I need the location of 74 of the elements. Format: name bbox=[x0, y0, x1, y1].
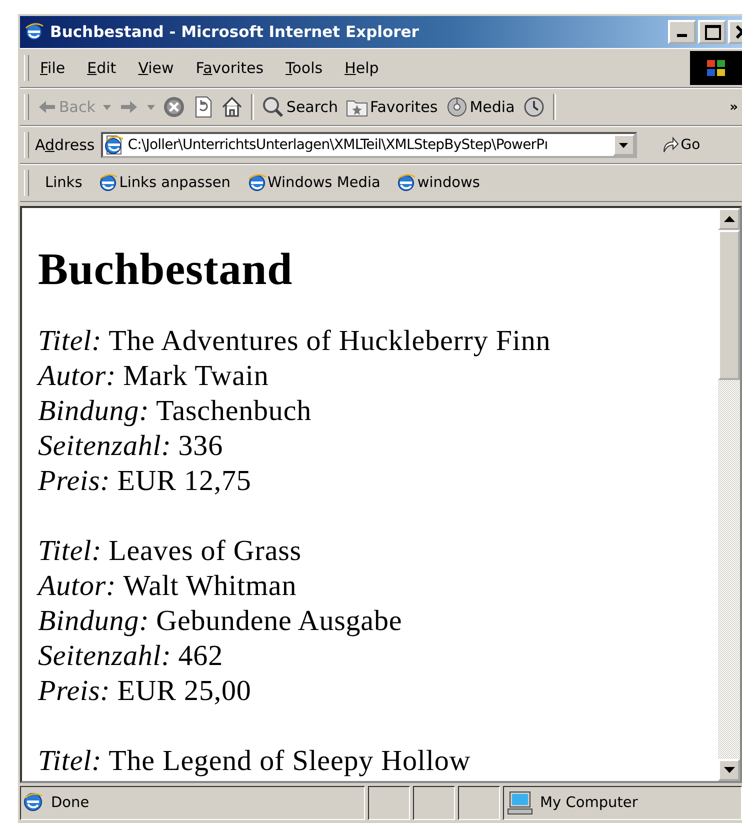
field-label: Seitenzahl: bbox=[38, 640, 172, 672]
field-label: Preis: bbox=[38, 465, 110, 497]
refresh-icon[interactable] bbox=[193, 96, 214, 118]
menu-item[interactable]: File bbox=[29, 59, 76, 77]
links-label: Links bbox=[45, 175, 82, 191]
field-value: EUR 25,00 bbox=[117, 675, 252, 707]
maximize-button[interactable] bbox=[698, 20, 726, 44]
status-pane bbox=[413, 786, 455, 820]
windows-flag-icon bbox=[705, 57, 727, 79]
browser-logo-icon bbox=[98, 173, 118, 193]
dropdown-caret-icon bbox=[147, 104, 156, 110]
field-value: The Adventures of Huckleberry Finn bbox=[108, 325, 551, 357]
caret-icon bbox=[619, 142, 628, 148]
browser-logo-icon bbox=[23, 792, 45, 814]
up-arrow-icon bbox=[724, 216, 734, 222]
link-item[interactable]: Links anpassen bbox=[98, 173, 230, 193]
field-value: Mark Twain bbox=[123, 360, 269, 392]
field-label: Bindung: bbox=[38, 605, 150, 637]
page-heading: Buchbestand bbox=[38, 244, 294, 294]
status-text: Done bbox=[51, 795, 90, 811]
menu-item[interactable]: Tools bbox=[274, 59, 334, 77]
field-value: EUR 12,75 bbox=[117, 465, 252, 497]
field-label: Autor: bbox=[38, 570, 116, 602]
field-value: The Legend of Sleepy Hollow bbox=[108, 745, 471, 777]
field-label: Titel: bbox=[38, 745, 102, 777]
clock-icon[interactable] bbox=[522, 96, 545, 118]
field-label: Autor: bbox=[38, 360, 116, 392]
minimize-button[interactable] bbox=[668, 20, 696, 44]
favorites-button[interactable]: Favorites bbox=[346, 96, 438, 118]
dropdown-button[interactable] bbox=[612, 134, 635, 156]
field-value: Walt Whitman bbox=[123, 570, 297, 602]
media-disc-icon bbox=[446, 96, 468, 118]
link-item[interactable]: windows bbox=[396, 173, 480, 193]
field-label: Seitenzahl: bbox=[38, 430, 172, 462]
curved-arrow-icon bbox=[660, 136, 679, 154]
field-label: Bindung: bbox=[38, 395, 150, 427]
link-item[interactable]: Windows Media bbox=[246, 173, 380, 193]
more-button[interactable]: » bbox=[730, 100, 738, 114]
stop-icon[interactable] bbox=[163, 96, 186, 118]
field-label: Titel: bbox=[38, 535, 102, 567]
scroll-thumb[interactable] bbox=[718, 230, 740, 380]
browser-logo-icon bbox=[396, 173, 416, 193]
menu-item[interactable]: Edit bbox=[76, 59, 128, 77]
field-value: 336 bbox=[178, 430, 223, 462]
scroll-down-button[interactable] bbox=[718, 759, 740, 781]
back-arrow-icon bbox=[37, 98, 57, 116]
zone-text: My Computer bbox=[540, 795, 638, 811]
field-label: Titel: bbox=[38, 325, 102, 357]
menu-item[interactable]: View bbox=[127, 59, 185, 77]
dropdown-caret-icon bbox=[103, 104, 112, 110]
field-value: Leaves of Grass bbox=[108, 535, 302, 567]
menu-item[interactable]: Help bbox=[334, 59, 390, 77]
menu-item[interactable]: Favorites bbox=[184, 59, 275, 77]
address-label: Address bbox=[35, 136, 95, 154]
scroll-up-button[interactable] bbox=[718, 208, 740, 230]
status-pane bbox=[458, 786, 500, 820]
browser-logo-icon bbox=[24, 22, 44, 42]
address-field[interactable]: C:\Joller\UnterrichtsUnterlagen\XMLTeil\XMLStepByStep\PowerPı bbox=[100, 132, 637, 158]
status-pane bbox=[368, 786, 410, 820]
scrollbar[interactable] bbox=[718, 208, 740, 781]
field-label: Preis: bbox=[38, 675, 110, 707]
home-icon[interactable] bbox=[221, 96, 244, 118]
search-button[interactable]: Search bbox=[262, 96, 338, 118]
browser-logo-icon bbox=[246, 173, 266, 193]
media-button[interactable]: Media bbox=[446, 96, 515, 118]
page-icon bbox=[104, 135, 124, 155]
field-value: 462 bbox=[178, 640, 223, 672]
field-value: Gebundene Ausgabe bbox=[156, 605, 402, 637]
magnifier-icon bbox=[262, 96, 284, 118]
window-title: Buchbestand - Microsoft Internet Explorer bbox=[50, 23, 420, 41]
computer-icon bbox=[506, 791, 534, 815]
go-button[interactable]: Go bbox=[660, 136, 700, 154]
field-value: Taschenbuch bbox=[156, 395, 312, 427]
down-arrow-icon bbox=[724, 767, 734, 773]
